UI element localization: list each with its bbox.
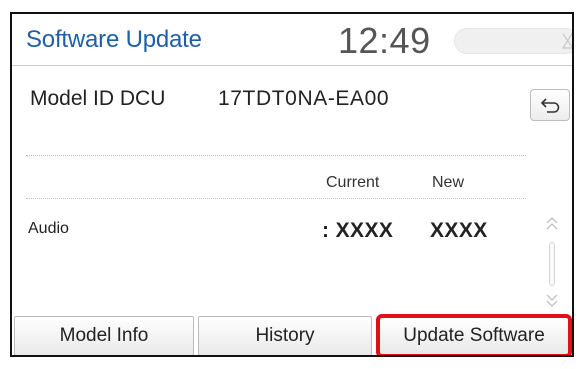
audio-new-version: XXXX <box>430 219 488 242</box>
back-button[interactable] <box>530 89 570 121</box>
update-software-button[interactable]: Update Software <box>376 314 572 355</box>
current-column-header: Current <box>326 174 380 191</box>
chevron-double-down-icon[interactable] <box>545 290 559 310</box>
no-signal-icon <box>561 32 572 49</box>
model-info-button[interactable]: Model Info <box>14 316 194 355</box>
title-bar: Software Update 12:49 <box>12 14 572 66</box>
back-arrow-icon <box>541 98 560 113</box>
audio-label: Audio <box>28 220 69 237</box>
status-bar <box>454 28 572 54</box>
list-item: Audio : XXXX XXXX <box>12 206 532 254</box>
audio-current-version: : XXXX <box>322 219 394 242</box>
model-id-label: Model ID DCU <box>30 87 166 110</box>
bottom-tab-bar: Model Info History Update Software <box>12 314 572 355</box>
history-button[interactable]: History <box>198 316 372 355</box>
page-title: Software Update <box>26 26 202 53</box>
new-column-header: New <box>432 174 465 191</box>
chevron-double-up-icon[interactable] <box>545 214 559 234</box>
section-divider <box>26 155 526 156</box>
header-divider <box>26 198 526 199</box>
model-id-value: 17TDT0NA-EA00 <box>218 87 390 110</box>
clock: 12:49 <box>338 20 431 61</box>
model-id-row: Model ID DCU 17TDT0NA-EA00 <box>12 67 572 125</box>
software-update-screen: Software Update 12:49 Model ID DCU 17TDT… <box>10 12 574 357</box>
scrollbar[interactable] <box>549 242 555 286</box>
